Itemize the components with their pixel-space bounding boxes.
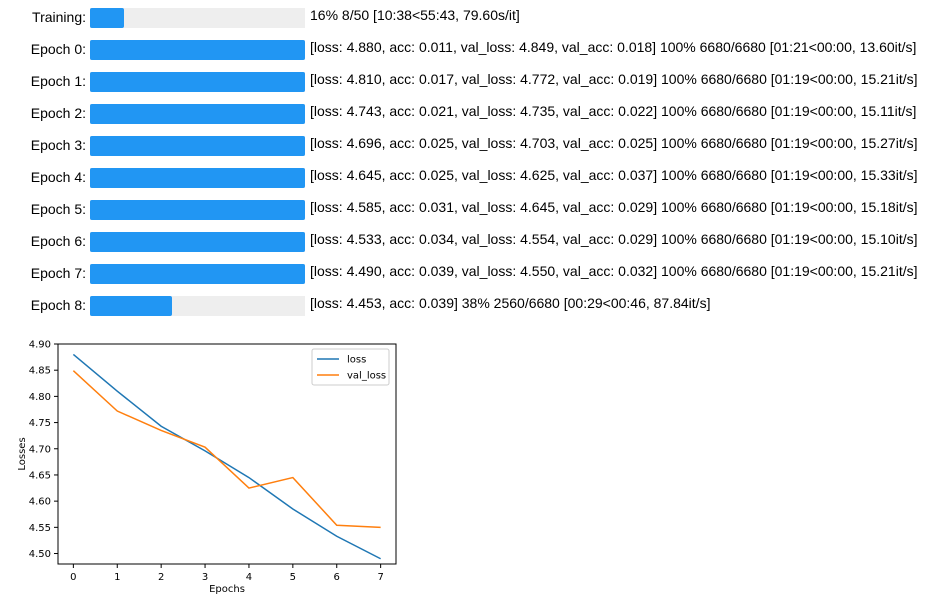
progress-bar-fill (90, 200, 305, 220)
y-tick-label: 4.70 (29, 444, 51, 455)
progress-status-text: [loss: 4.585, acc: 0.031, val_loss: 4.64… (310, 199, 918, 215)
progress-bar-fill (90, 232, 305, 252)
progress-bar (90, 168, 305, 188)
epoch-progress-row: Epoch 7: [loss: 4.490, acc: 0.039, val_lo… (0, 263, 930, 287)
x-tick-label: 1 (114, 572, 120, 583)
x-tick-label: 3 (202, 572, 208, 583)
legend-entry: loss (347, 355, 366, 366)
progress-label: Epoch 0: (30, 41, 86, 57)
x-tick-label: 5 (290, 572, 296, 583)
progress-label: Epoch 7: (30, 265, 86, 281)
progress-bar-fill (90, 264, 305, 284)
y-tick-label: 4.80 (29, 392, 51, 403)
x-tick-label: 7 (377, 572, 383, 583)
progress-status-text: [loss: 4.880, acc: 0.011, val_loss: 4.84… (310, 39, 917, 55)
progress-label: Epoch 6: (30, 233, 86, 249)
progress-bar-fill (90, 168, 305, 188)
progress-bar (90, 296, 305, 316)
epoch-progress-row: Epoch 1: [loss: 4.810, acc: 0.017, val_lo… (0, 71, 930, 95)
progress-status-text: [loss: 4.810, acc: 0.017, val_loss: 4.77… (310, 71, 918, 87)
progress-label: Epoch 8: (30, 297, 86, 313)
y-tick-label: 4.60 (29, 497, 51, 508)
progress-label: Epoch 3: (30, 137, 86, 153)
progress-label: Epoch 1: (30, 73, 86, 89)
progress-bar (90, 8, 305, 28)
progress-bar-fill (90, 8, 125, 28)
y-tick-label: 4.65 (29, 470, 51, 481)
progress-bar-fill (90, 72, 305, 92)
x-axis-label: Epochs (209, 584, 245, 595)
progress-bar (90, 232, 305, 252)
progress-bar-fill (90, 136, 305, 156)
progress-label: Epoch 4: (30, 169, 86, 185)
progress-status-text: [loss: 4.533, acc: 0.034, val_loss: 4.55… (310, 231, 918, 247)
progress-status-text: [loss: 4.490, acc: 0.039, val_loss: 4.55… (310, 263, 918, 279)
progress-bar (90, 72, 305, 92)
x-tick-label: 4 (246, 572, 252, 583)
x-tick-label: 2 (158, 572, 164, 583)
progress-status-text: [loss: 4.696, acc: 0.025, val_loss: 4.70… (310, 135, 918, 151)
epoch-progress-row: Epoch 5: [loss: 4.585, acc: 0.031, val_lo… (0, 199, 930, 223)
progress-bar (90, 136, 305, 156)
progress-bar-fill (90, 40, 305, 60)
progress-bar-fill (90, 104, 305, 124)
epoch-progress-row: Epoch 6: [loss: 4.533, acc: 0.034, val_lo… (0, 231, 930, 255)
progress-status-text: [loss: 4.743, acc: 0.021, val_loss: 4.73… (310, 103, 917, 119)
progress-bar (90, 104, 305, 124)
progress-bar (90, 40, 305, 60)
x-tick-label: 6 (334, 572, 340, 583)
y-tick-label: 4.55 (29, 523, 51, 534)
x-tick-label: 0 (70, 572, 76, 583)
y-tick-label: 4.75 (29, 418, 51, 429)
epoch-progress-row: Epoch 0: [loss: 4.880, acc: 0.011, val_lo… (0, 39, 930, 63)
epoch-progress-row: Epoch 2: [loss: 4.743, acc: 0.021, val_lo… (0, 103, 930, 127)
epoch-progress-row: Epoch 8: [loss: 4.453, acc: 0.039] 38% 25… (0, 295, 930, 319)
y-axis-label: Losses (17, 437, 28, 470)
legend-entry: val_loss (347, 371, 386, 382)
y-tick-label: 4.50 (29, 549, 51, 560)
progress-bar (90, 264, 305, 284)
loss-chart: 4.50 4.55 4.60 4.65 4.70 4.75 4.80 4.85 4.90 0 1 2 3… (17, 340, 397, 595)
progress-status-text: [loss: 4.453, acc: 0.039] 38% 2560/6680 … (310, 295, 711, 311)
series-line-val-loss (72, 370, 381, 529)
progress-label: Training: (32, 9, 86, 25)
progress-bar-fill (90, 296, 172, 316)
y-tick-label: 4.85 (29, 366, 51, 377)
epoch-progress-row: Epoch 4: [loss: 4.645, acc: 0.025, val_lo… (0, 167, 930, 191)
training-progress-row: Training: 16% 8/50 [10:38<55:43, 79.60s/i… (0, 7, 930, 31)
progress-bar (90, 200, 305, 220)
y-tick-label: 4.90 (29, 340, 51, 351)
progress-status-text: 16% 8/50 [10:38<55:43, 79.60s/it] (310, 7, 520, 23)
progress-label: Epoch 5: (30, 201, 86, 217)
progress-status-text: [loss: 4.645, acc: 0.025, val_loss: 4.62… (310, 167, 918, 183)
progress-label: Epoch 2: (30, 105, 86, 121)
epoch-progress-row: Epoch 3: [loss: 4.696, acc: 0.025, val_lo… (0, 135, 930, 159)
